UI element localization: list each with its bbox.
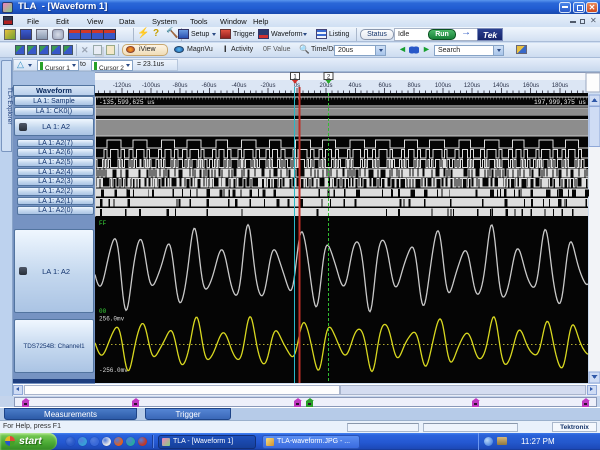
svg-text:FF: FF [99, 220, 107, 227]
svg-text:100us: 100us [435, 83, 451, 89]
svg-text:-60us: -60us [201, 83, 216, 89]
svg-text:-135,599,625 us: -135,599,625 us [99, 99, 155, 106]
svg-text:-40us: -40us [231, 83, 246, 89]
svg-text:-120us: -120us [113, 83, 131, 89]
svg-text:120us: 120us [464, 83, 480, 89]
svg-text:40us: 40us [348, 83, 361, 89]
svg-text:256.0mv: 256.0mv [99, 316, 125, 323]
svg-text:-256.0mv: -256.0mv [99, 367, 128, 374]
svg-text:-20us: -20us [260, 83, 275, 89]
svg-text:20us: 20us [319, 83, 332, 89]
svg-text:-100us: -100us [142, 83, 160, 89]
svg-text:-80us: -80us [172, 83, 187, 89]
svg-text:60us: 60us [378, 83, 391, 89]
svg-text:80us: 80us [407, 83, 420, 89]
svg-text:180us: 180us [552, 83, 568, 89]
svg-text:140us: 140us [493, 83, 509, 89]
svg-text:160us: 160us [523, 83, 539, 89]
svg-text:197,999,375 us: 197,999,375 us [534, 99, 586, 106]
svg-text:00: 00 [99, 308, 107, 315]
